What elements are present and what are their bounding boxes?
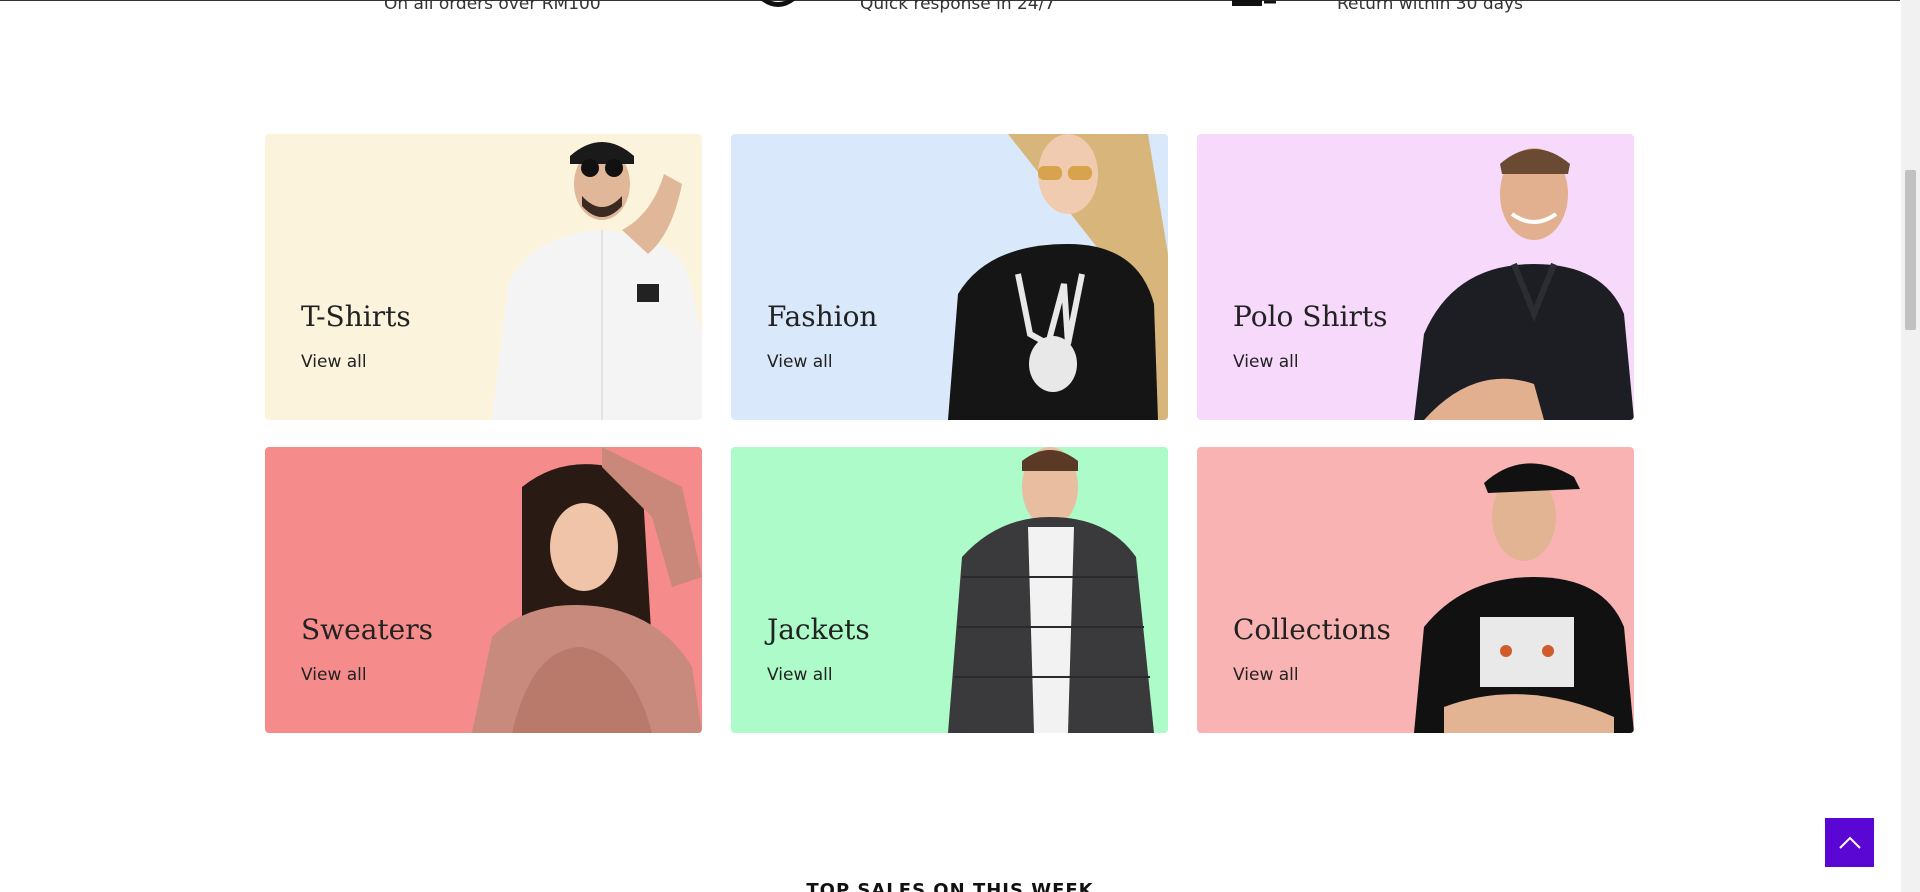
sweater-model-image — [472, 447, 702, 733]
scrollbar-thumb[interactable] — [1905, 170, 1916, 330]
view-all-link[interactable]: View all — [301, 352, 367, 372]
tshirt-model-image — [492, 142, 702, 420]
view-all-link[interactable]: View all — [301, 665, 367, 685]
category-card-sweaters[interactable]: Sweaters View all — [265, 447, 702, 733]
chevron-up-icon — [1838, 836, 1861, 849]
category-title: Sweaters — [301, 613, 433, 646]
view-all-link[interactable]: View all — [767, 352, 833, 372]
category-card-polo-shirts[interactable]: Polo Shirts View all — [1197, 134, 1634, 420]
section-heading-top-sales: TOP SALES ON THIS WEEK — [806, 880, 1094, 892]
back-to-top-button[interactable] — [1825, 818, 1874, 867]
page-scrollbar[interactable] — [1901, 0, 1920, 892]
view-all-link[interactable]: View all — [1233, 665, 1299, 685]
category-title: Jackets — [767, 613, 870, 646]
category-card-collections[interactable]: Collections View all — [1197, 447, 1634, 733]
category-title: T-Shirts — [301, 300, 411, 333]
category-title: Polo Shirts — [1233, 300, 1388, 333]
view-all-link[interactable]: View all — [767, 665, 833, 685]
feature-support-text: Quick response in 24/7 — [860, 0, 1056, 14]
page: On all orders over RM100 Quick response … — [0, 0, 1920, 892]
return-arrow-icon — [1232, 0, 1276, 6]
feature-returns-text: Return within 30 days — [1337, 0, 1523, 14]
jacket-model-image — [948, 447, 1154, 733]
category-title: Fashion — [767, 300, 878, 333]
category-card-fashion[interactable]: Fashion View all — [731, 134, 1168, 420]
polo-model-image — [1414, 148, 1634, 420]
category-title: Collections — [1233, 613, 1391, 646]
category-card-jackets[interactable]: Jackets View all — [731, 447, 1168, 733]
headphones-icon — [760, 0, 796, 7]
category-card-tshirts[interactable]: T-Shirts View all — [265, 134, 702, 420]
fashion-model-image — [948, 134, 1168, 420]
feature-free-shipping-text: On all orders over RM100 — [384, 0, 601, 14]
view-all-link[interactable]: View all — [1233, 352, 1299, 372]
collections-model-image — [1414, 463, 1634, 733]
